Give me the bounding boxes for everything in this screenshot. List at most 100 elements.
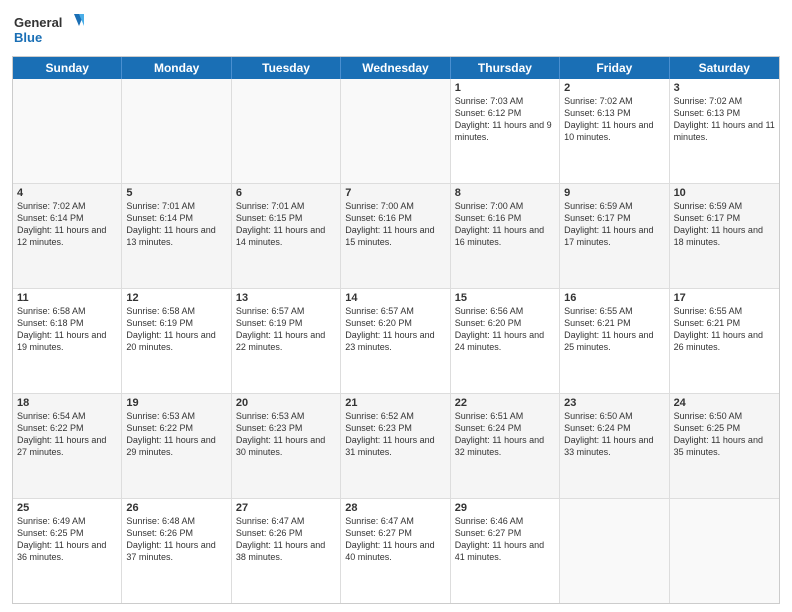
calendar-cell: 12Sunrise: 6:58 AM Sunset: 6:19 PM Dayli… [122, 289, 231, 393]
day-info: Sunrise: 6:59 AM Sunset: 6:17 PM Dayligh… [674, 200, 775, 249]
day-info: Sunrise: 6:57 AM Sunset: 6:19 PM Dayligh… [236, 305, 336, 354]
calendar-cell: 10Sunrise: 6:59 AM Sunset: 6:17 PM Dayli… [670, 184, 779, 288]
day-number: 6 [236, 187, 336, 199]
calendar-cell: 13Sunrise: 6:57 AM Sunset: 6:19 PM Dayli… [232, 289, 341, 393]
calendar-cell: 19Sunrise: 6:53 AM Sunset: 6:22 PM Dayli… [122, 394, 231, 498]
calendar-cell: 11Sunrise: 6:58 AM Sunset: 6:18 PM Dayli… [13, 289, 122, 393]
day-number: 15 [455, 292, 555, 304]
day-info: Sunrise: 7:02 AM Sunset: 6:14 PM Dayligh… [17, 200, 117, 249]
day-info: Sunrise: 7:02 AM Sunset: 6:13 PM Dayligh… [674, 95, 775, 144]
day-info: Sunrise: 7:02 AM Sunset: 6:13 PM Dayligh… [564, 95, 664, 144]
calendar-cell: 20Sunrise: 6:53 AM Sunset: 6:23 PM Dayli… [232, 394, 341, 498]
day-info: Sunrise: 7:00 AM Sunset: 6:16 PM Dayligh… [455, 200, 555, 249]
calendar-cell: 5Sunrise: 7:01 AM Sunset: 6:14 PM Daylig… [122, 184, 231, 288]
calendar-cell: 3Sunrise: 7:02 AM Sunset: 6:13 PM Daylig… [670, 79, 779, 183]
calendar-cell: 1Sunrise: 7:03 AM Sunset: 6:12 PM Daylig… [451, 79, 560, 183]
day-number: 11 [17, 292, 117, 304]
calendar-cell: 23Sunrise: 6:50 AM Sunset: 6:24 PM Dayli… [560, 394, 669, 498]
day-info: Sunrise: 6:54 AM Sunset: 6:22 PM Dayligh… [17, 410, 117, 459]
svg-text:Blue: Blue [14, 30, 42, 45]
day-number: 10 [674, 187, 775, 199]
calendar-cell [232, 79, 341, 183]
day-number: 21 [345, 397, 445, 409]
calendar-cell [13, 79, 122, 183]
calendar-week-4: 25Sunrise: 6:49 AM Sunset: 6:25 PM Dayli… [13, 498, 779, 603]
calendar-cell: 7Sunrise: 7:00 AM Sunset: 6:16 PM Daylig… [341, 184, 450, 288]
day-info: Sunrise: 6:46 AM Sunset: 6:27 PM Dayligh… [455, 515, 555, 564]
day-number: 2 [564, 82, 664, 94]
day-info: Sunrise: 6:57 AM Sunset: 6:20 PM Dayligh… [345, 305, 445, 354]
calendar-cell [122, 79, 231, 183]
calendar-cell: 2Sunrise: 7:02 AM Sunset: 6:13 PM Daylig… [560, 79, 669, 183]
day-info: Sunrise: 6:47 AM Sunset: 6:26 PM Dayligh… [236, 515, 336, 564]
calendar-cell: 15Sunrise: 6:56 AM Sunset: 6:20 PM Dayli… [451, 289, 560, 393]
day-number: 25 [17, 502, 117, 514]
header-day-sunday: Sunday [13, 57, 122, 79]
day-number: 22 [455, 397, 555, 409]
day-info: Sunrise: 6:55 AM Sunset: 6:21 PM Dayligh… [674, 305, 775, 354]
svg-text:General: General [14, 15, 62, 30]
day-info: Sunrise: 6:58 AM Sunset: 6:18 PM Dayligh… [17, 305, 117, 354]
header-day-thursday: Thursday [451, 57, 560, 79]
calendar-cell: 14Sunrise: 6:57 AM Sunset: 6:20 PM Dayli… [341, 289, 450, 393]
day-number: 20 [236, 397, 336, 409]
calendar-cell [341, 79, 450, 183]
day-number: 29 [455, 502, 555, 514]
day-number: 24 [674, 397, 775, 409]
calendar-cell: 25Sunrise: 6:49 AM Sunset: 6:25 PM Dayli… [13, 499, 122, 603]
calendar-cell: 9Sunrise: 6:59 AM Sunset: 6:17 PM Daylig… [560, 184, 669, 288]
day-number: 27 [236, 502, 336, 514]
day-number: 26 [126, 502, 226, 514]
calendar-cell: 18Sunrise: 6:54 AM Sunset: 6:22 PM Dayli… [13, 394, 122, 498]
calendar-cell [670, 499, 779, 603]
day-number: 4 [17, 187, 117, 199]
day-number: 14 [345, 292, 445, 304]
calendar-week-0: 1Sunrise: 7:03 AM Sunset: 6:12 PM Daylig… [13, 79, 779, 183]
day-info: Sunrise: 6:50 AM Sunset: 6:24 PM Dayligh… [564, 410, 664, 459]
day-info: Sunrise: 7:01 AM Sunset: 6:15 PM Dayligh… [236, 200, 336, 249]
day-info: Sunrise: 7:03 AM Sunset: 6:12 PM Dayligh… [455, 95, 555, 144]
calendar-cell: 16Sunrise: 6:55 AM Sunset: 6:21 PM Dayli… [560, 289, 669, 393]
day-info: Sunrise: 7:00 AM Sunset: 6:16 PM Dayligh… [345, 200, 445, 249]
day-number: 28 [345, 502, 445, 514]
day-info: Sunrise: 6:49 AM Sunset: 6:25 PM Dayligh… [17, 515, 117, 564]
calendar-cell: 29Sunrise: 6:46 AM Sunset: 6:27 PM Dayli… [451, 499, 560, 603]
calendar-header: SundayMondayTuesdayWednesdayThursdayFrid… [13, 57, 779, 79]
calendar-cell: 24Sunrise: 6:50 AM Sunset: 6:25 PM Dayli… [670, 394, 779, 498]
day-info: Sunrise: 6:50 AM Sunset: 6:25 PM Dayligh… [674, 410, 775, 459]
header-day-wednesday: Wednesday [341, 57, 450, 79]
calendar-cell: 17Sunrise: 6:55 AM Sunset: 6:21 PM Dayli… [670, 289, 779, 393]
page-header: General Blue [12, 10, 780, 50]
day-info: Sunrise: 6:51 AM Sunset: 6:24 PM Dayligh… [455, 410, 555, 459]
day-number: 9 [564, 187, 664, 199]
day-info: Sunrise: 6:52 AM Sunset: 6:23 PM Dayligh… [345, 410, 445, 459]
day-number: 1 [455, 82, 555, 94]
calendar-week-1: 4Sunrise: 7:02 AM Sunset: 6:14 PM Daylig… [13, 183, 779, 288]
calendar-cell: 4Sunrise: 7:02 AM Sunset: 6:14 PM Daylig… [13, 184, 122, 288]
day-number: 3 [674, 82, 775, 94]
calendar-cell: 21Sunrise: 6:52 AM Sunset: 6:23 PM Dayli… [341, 394, 450, 498]
day-number: 18 [17, 397, 117, 409]
header-day-tuesday: Tuesday [232, 57, 341, 79]
day-info: Sunrise: 6:53 AM Sunset: 6:23 PM Dayligh… [236, 410, 336, 459]
logo-svg: General Blue [12, 10, 92, 50]
calendar-cell: 28Sunrise: 6:47 AM Sunset: 6:27 PM Dayli… [341, 499, 450, 603]
calendar-body: 1Sunrise: 7:03 AM Sunset: 6:12 PM Daylig… [13, 79, 779, 603]
calendar-cell: 22Sunrise: 6:51 AM Sunset: 6:24 PM Dayli… [451, 394, 560, 498]
day-number: 17 [674, 292, 775, 304]
day-info: Sunrise: 6:56 AM Sunset: 6:20 PM Dayligh… [455, 305, 555, 354]
day-number: 12 [126, 292, 226, 304]
day-info: Sunrise: 6:53 AM Sunset: 6:22 PM Dayligh… [126, 410, 226, 459]
calendar-cell: 6Sunrise: 7:01 AM Sunset: 6:15 PM Daylig… [232, 184, 341, 288]
day-info: Sunrise: 6:48 AM Sunset: 6:26 PM Dayligh… [126, 515, 226, 564]
day-info: Sunrise: 6:59 AM Sunset: 6:17 PM Dayligh… [564, 200, 664, 249]
calendar-cell: 8Sunrise: 7:00 AM Sunset: 6:16 PM Daylig… [451, 184, 560, 288]
day-info: Sunrise: 7:01 AM Sunset: 6:14 PM Dayligh… [126, 200, 226, 249]
calendar-cell [560, 499, 669, 603]
day-number: 5 [126, 187, 226, 199]
calendar-week-3: 18Sunrise: 6:54 AM Sunset: 6:22 PM Dayli… [13, 393, 779, 498]
day-info: Sunrise: 6:47 AM Sunset: 6:27 PM Dayligh… [345, 515, 445, 564]
day-number: 8 [455, 187, 555, 199]
logo: General Blue [12, 10, 92, 50]
header-day-friday: Friday [560, 57, 669, 79]
